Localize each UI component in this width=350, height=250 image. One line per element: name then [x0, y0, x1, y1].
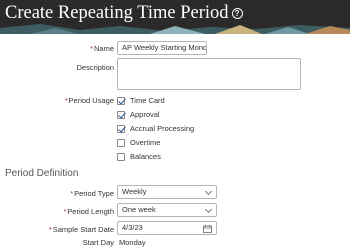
calendar-icon[interactable]	[203, 225, 212, 233]
approval-label: Approval	[130, 110, 160, 119]
period-length-label: *Period Length	[63, 207, 114, 216]
period-type-select[interactable]: Weekly	[117, 185, 217, 199]
start-day-label: Start Day	[82, 238, 114, 247]
balances-label: Balances	[130, 152, 161, 161]
checkbox-time-card[interactable]: Time Card	[117, 95, 165, 106]
accrual-processing-label: Accrual Processing	[130, 124, 195, 133]
description-textarea[interactable]	[117, 58, 301, 90]
accrual-processing-checkbox[interactable]	[117, 124, 125, 133]
help-circle-icon[interactable]: ?	[231, 8, 243, 19]
period-type-label: *Period Type	[70, 189, 114, 198]
name-input[interactable]: AP Weekly Starting Monda	[117, 41, 207, 55]
page-header: Create Repeating Time Period?	[0, 0, 350, 34]
checkbox-balances[interactable]: Balances	[117, 151, 161, 162]
chevron-down-icon	[204, 205, 213, 214]
description-label: Description	[76, 63, 114, 72]
page-title: Create Repeating Time Period?	[5, 1, 243, 25]
approval-checkbox[interactable]	[117, 110, 125, 119]
checkbox-approval[interactable]: Approval	[117, 109, 160, 120]
period-length-select[interactable]: One week	[117, 203, 217, 217]
checkbox-overtime[interactable]: Overtime	[117, 137, 160, 148]
overtime-label: Overtime	[130, 138, 161, 147]
period-definition-heading: Period Definition	[5, 168, 79, 179]
balances-checkbox[interactable]	[117, 152, 125, 161]
start-day-value: Monday	[119, 238, 146, 247]
sample-start-date-input[interactable]: 4/3/23	[117, 221, 217, 235]
time-card-label: Time Card	[130, 96, 165, 105]
overtime-checkbox[interactable]	[117, 138, 125, 147]
chevron-down-icon	[204, 187, 213, 196]
name-label: *Name	[90, 44, 114, 53]
sample-start-date-label: *Sample Start Date	[48, 225, 114, 234]
checkbox-accrual-processing[interactable]: Accrual Processing	[117, 123, 194, 134]
period-usage-label: *Period Usage	[64, 96, 114, 105]
time-card-checkbox[interactable]	[117, 96, 125, 105]
